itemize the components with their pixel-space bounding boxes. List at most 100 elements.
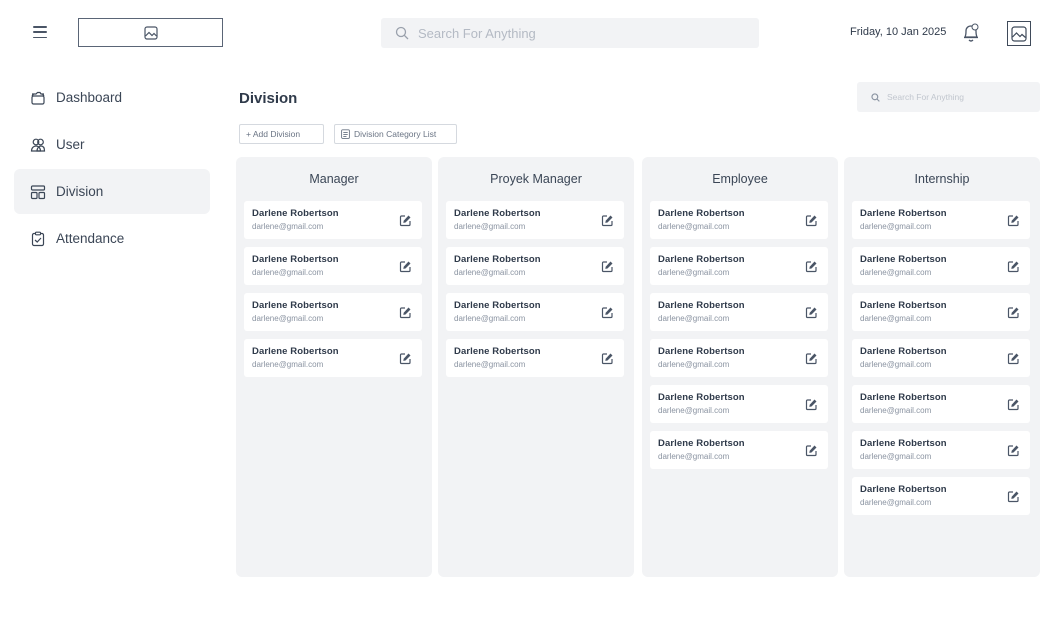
avatar[interactable] (1007, 21, 1031, 46)
member-card[interactable]: Darlene Robertson darlene@gmail.com (446, 247, 624, 285)
member-name: Darlene Robertson (454, 300, 541, 311)
member-card[interactable]: Darlene Robertson darlene@gmail.com (852, 385, 1030, 423)
edit-icon[interactable] (1007, 352, 1020, 365)
member-card[interactable]: Darlene Robertson darlene@gmail.com (244, 339, 422, 377)
clipboard-check-icon (30, 231, 46, 247)
member-name: Darlene Robertson (252, 208, 339, 219)
sidebar-item-label: Division (56, 184, 104, 199)
member-card[interactable]: Darlene Robertson darlene@gmail.com (446, 339, 624, 377)
edit-icon[interactable] (399, 352, 412, 365)
bell-icon (964, 23, 979, 42)
member-card[interactable]: Darlene Robertson darlene@gmail.com (650, 201, 828, 239)
division-search-input[interactable] (887, 92, 1037, 102)
division-board: Manager Darlene Robertson darlene@gmail.co… (236, 157, 1042, 577)
member-card[interactable]: Darlene Robertson darlene@gmail.com (244, 201, 422, 239)
edit-icon[interactable] (805, 306, 818, 319)
division-category-list-button[interactable]: Division Category List (334, 124, 457, 144)
member-name: Darlene Robertson (252, 254, 339, 265)
app-root: Friday, 10 Jan 2025 Dashboard (0, 0, 1059, 622)
sidebar-item-label: Attendance (56, 231, 125, 246)
member-name: Darlene Robertson (860, 254, 947, 265)
logo-placeholder[interactable] (78, 18, 223, 47)
edit-icon[interactable] (399, 260, 412, 273)
member-card[interactable]: Darlene Robertson darlene@gmail.com (852, 431, 1030, 469)
member-card[interactable]: Darlene Robertson darlene@gmail.com (852, 201, 1030, 239)
member-email: darlene@gmail.com (252, 360, 324, 369)
member-name: Darlene Robertson (658, 392, 745, 403)
division-column: Internship Darlene Robertson darlene@gmail… (844, 157, 1040, 577)
member-email: darlene@gmail.com (658, 314, 730, 323)
edit-icon[interactable] (399, 214, 412, 227)
member-email: darlene@gmail.com (860, 452, 932, 461)
member-name: Darlene Robertson (860, 208, 947, 219)
edit-icon[interactable] (1007, 490, 1020, 503)
member-email: darlene@gmail.com (454, 268, 526, 277)
member-email: darlene@gmail.com (658, 222, 730, 231)
member-card[interactable]: Darlene Robertson darlene@gmail.com (852, 293, 1030, 331)
hamburger-menu-icon[interactable] (33, 26, 47, 38)
global-search-input[interactable] (418, 25, 738, 41)
users-icon (30, 137, 46, 153)
member-email: darlene@gmail.com (454, 222, 526, 231)
member-email: darlene@gmail.com (658, 360, 730, 369)
sidebar-item-division[interactable]: Division (14, 169, 210, 214)
member-name: Darlene Robertson (658, 254, 745, 265)
add-division-label: + Add Division (246, 129, 301, 139)
member-email: darlene@gmail.com (454, 360, 526, 369)
member-email: darlene@gmail.com (860, 314, 932, 323)
member-card[interactable]: Darlene Robertson darlene@gmail.com (446, 293, 624, 331)
add-division-button[interactable]: + Add Division (239, 124, 324, 144)
column-title: Employee (712, 172, 768, 186)
member-card[interactable]: Darlene Robertson darlene@gmail.com (244, 247, 422, 285)
edit-icon[interactable] (805, 444, 818, 457)
sidebar-item-user[interactable]: User (14, 122, 210, 167)
edit-icon[interactable] (805, 398, 818, 411)
member-card[interactable]: Darlene Robertson darlene@gmail.com (446, 201, 624, 239)
edit-icon[interactable] (805, 214, 818, 227)
division-column: Manager Darlene Robertson darlene@gmail.co… (236, 157, 432, 577)
member-name: Darlene Robertson (860, 346, 947, 357)
edit-icon[interactable] (399, 306, 412, 319)
member-card[interactable]: Darlene Robertson darlene@gmail.com (650, 385, 828, 423)
edit-icon[interactable] (601, 260, 614, 273)
member-email: darlene@gmail.com (252, 314, 324, 323)
column-title: Internship (914, 172, 970, 186)
member-email: darlene@gmail.com (252, 268, 324, 277)
edit-icon[interactable] (1007, 398, 1020, 411)
member-name: Darlene Robertson (454, 346, 541, 357)
search-icon (395, 26, 409, 40)
edit-icon[interactable] (1007, 260, 1020, 273)
sidebar: Dashboard User Division Attendance (14, 75, 210, 263)
sidebar-item-dashboard[interactable]: Dashboard (14, 75, 210, 120)
member-card[interactable]: Darlene Robertson darlene@gmail.com (650, 293, 828, 331)
member-email: darlene@gmail.com (658, 268, 730, 277)
member-name: Darlene Robertson (252, 300, 339, 311)
edit-icon[interactable] (805, 260, 818, 273)
member-card[interactable]: Darlene Robertson darlene@gmail.com (650, 431, 828, 469)
edit-icon[interactable] (601, 306, 614, 319)
member-card[interactable]: Darlene Robertson darlene@gmail.com (244, 293, 422, 331)
edit-icon[interactable] (601, 214, 614, 227)
column-title: Manager (309, 172, 359, 186)
member-email: darlene@gmail.com (860, 222, 932, 231)
member-card[interactable]: Darlene Robertson darlene@gmail.com (852, 247, 1030, 285)
edit-icon[interactable] (1007, 306, 1020, 319)
member-card[interactable]: Darlene Robertson darlene@gmail.com (852, 477, 1030, 515)
member-email: darlene@gmail.com (658, 406, 730, 415)
edit-icon[interactable] (1007, 214, 1020, 227)
image-placeholder-icon (143, 25, 158, 40)
edit-icon[interactable] (601, 352, 614, 365)
member-card[interactable]: Darlene Robertson darlene@gmail.com (650, 339, 828, 377)
sidebar-item-attendance[interactable]: Attendance (14, 216, 210, 261)
member-email: darlene@gmail.com (860, 268, 932, 277)
image-placeholder-icon (1011, 25, 1027, 42)
member-email: darlene@gmail.com (860, 360, 932, 369)
member-name: Darlene Robertson (860, 438, 947, 449)
member-email: darlene@gmail.com (252, 222, 324, 231)
member-card[interactable]: Darlene Robertson darlene@gmail.com (650, 247, 828, 285)
folder-icon (30, 90, 46, 106)
notification-button[interactable] (961, 22, 981, 44)
member-card[interactable]: Darlene Robertson darlene@gmail.com (852, 339, 1030, 377)
edit-icon[interactable] (805, 352, 818, 365)
edit-icon[interactable] (1007, 444, 1020, 457)
